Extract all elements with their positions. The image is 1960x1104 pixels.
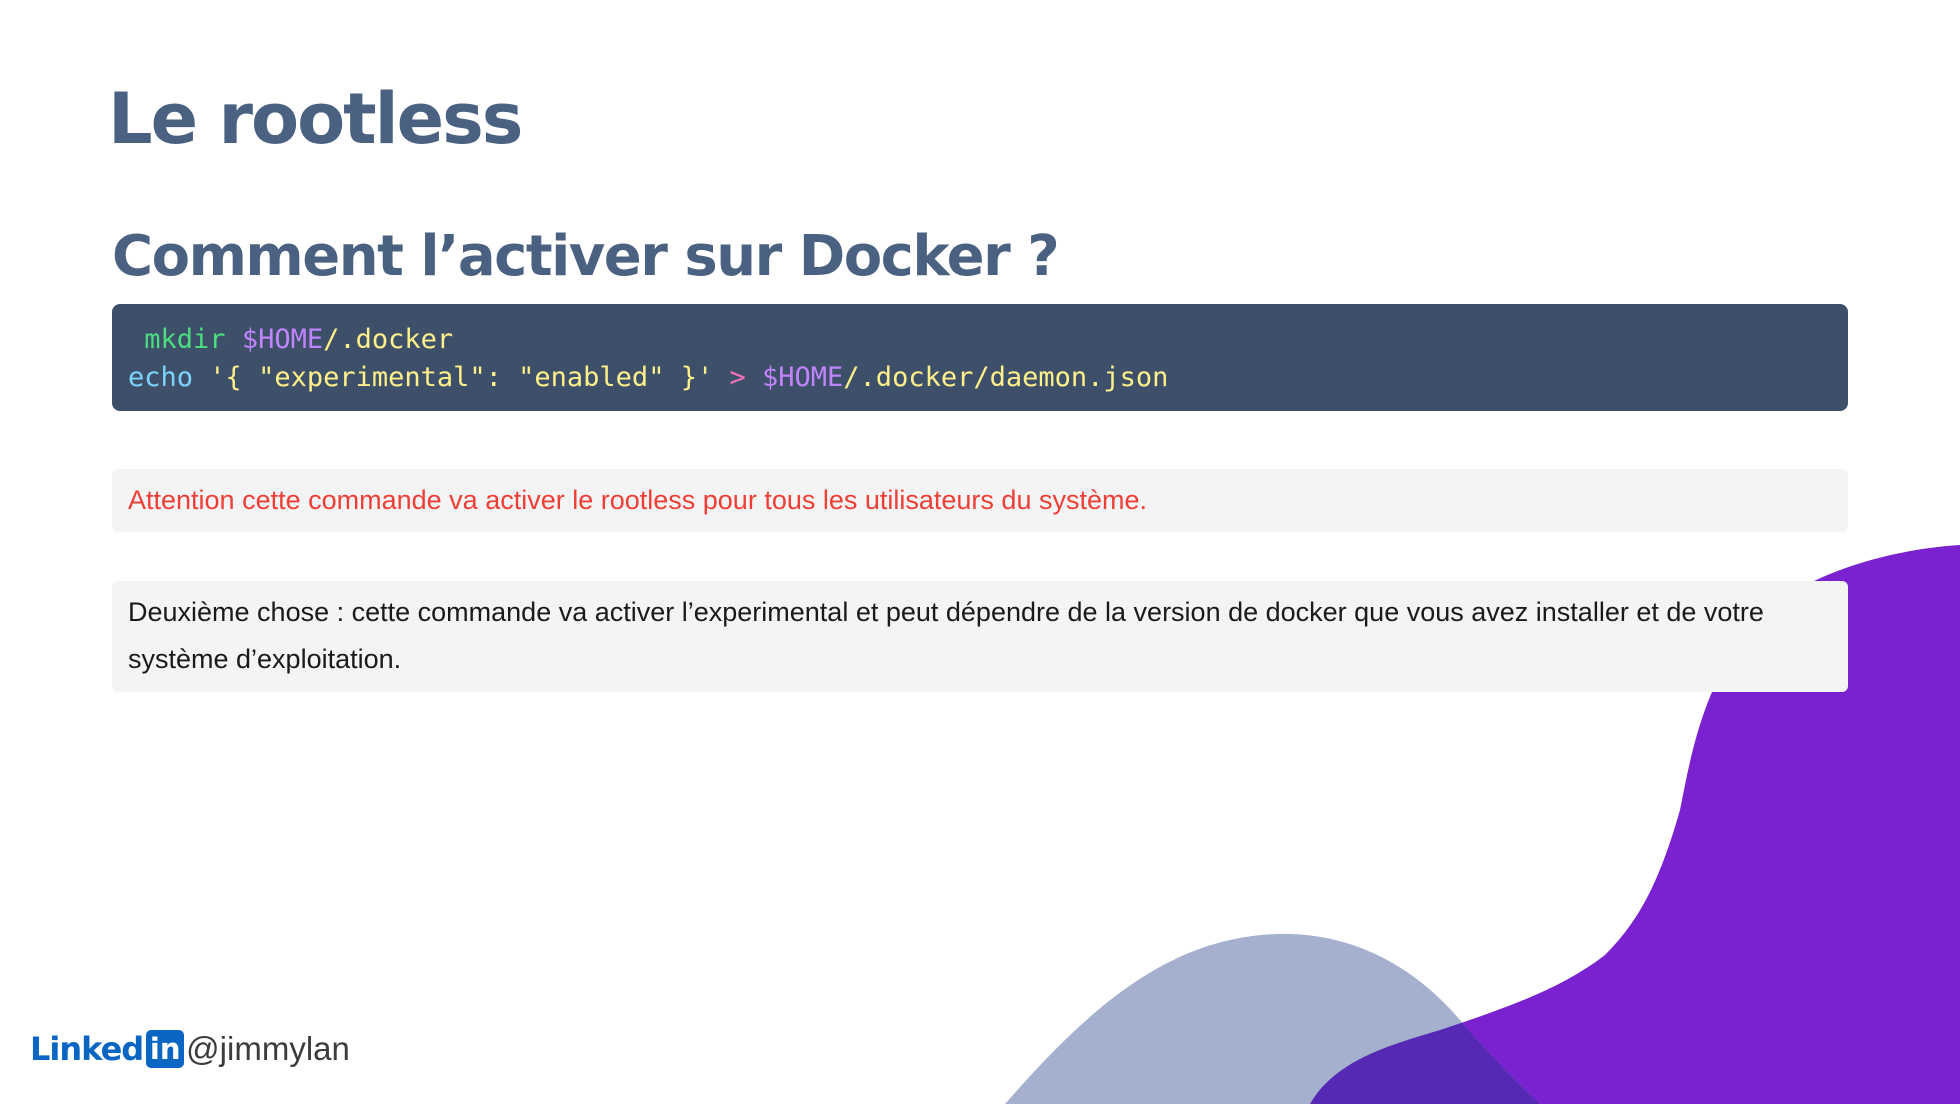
code-string: '{ "experimental": "enabled" }' bbox=[209, 362, 714, 393]
code-path: /.docker/daemon.json bbox=[843, 362, 1169, 393]
code-variable: $HOME bbox=[762, 362, 844, 393]
decorative-blobs bbox=[1005, 545, 1960, 1104]
code-path: /.docker bbox=[323, 324, 454, 355]
info-note: Deuxième chose : cette commande va activ… bbox=[112, 581, 1848, 692]
section-title: Comment l’activer sur Docker ? bbox=[112, 224, 1060, 289]
code-command: echo bbox=[128, 362, 194, 393]
code-line-1: mkdir $HOME/.docker bbox=[128, 321, 1832, 359]
linkedin-handle: @jimmylan bbox=[186, 1030, 350, 1067]
linkedin-logo-icon: Linked bbox=[30, 1030, 144, 1068]
code-redirect-operator: > bbox=[729, 362, 746, 393]
slide-title: Le rootless bbox=[108, 78, 523, 160]
linkedin-badge-icon: in bbox=[146, 1030, 185, 1068]
code-variable: $HOME bbox=[241, 324, 324, 355]
code-line-2: echo '{ "experimental": "enabled" }' > $… bbox=[128, 359, 1832, 397]
code-block: mkdir $HOME/.docker echo '{ "experimental… bbox=[112, 304, 1848, 411]
footer-linkedin[interactable]: Linked in @jimmylan bbox=[30, 1028, 350, 1070]
code-command: mkdir bbox=[144, 324, 226, 355]
warning-note: Attention cette commande va activer le r… bbox=[112, 469, 1848, 532]
